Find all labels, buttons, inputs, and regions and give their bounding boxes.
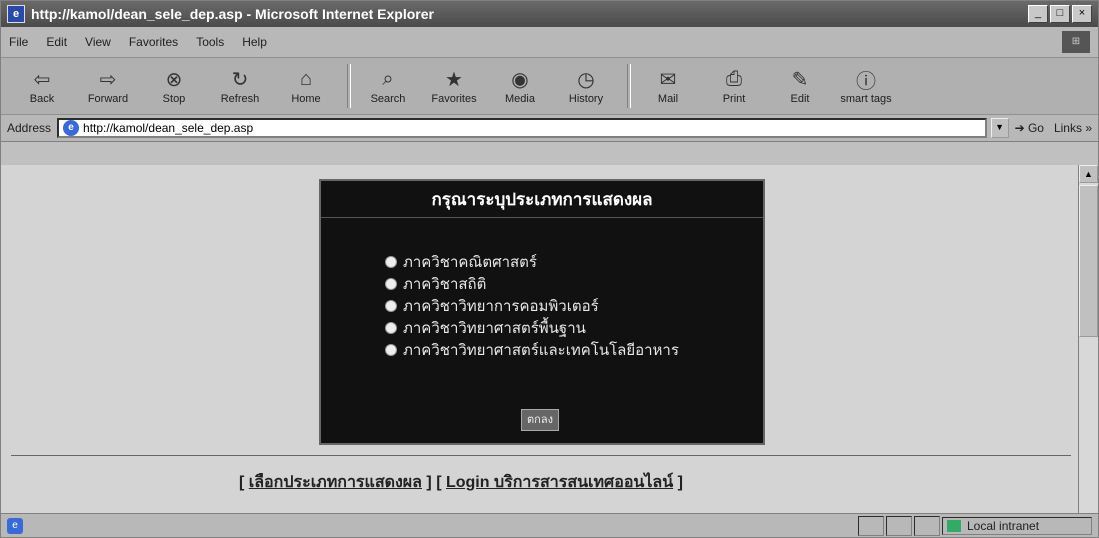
panel-title: กรุณาระบุประเภทการแสดงผล	[321, 181, 763, 218]
scroll-thumb[interactable]	[1079, 185, 1098, 337]
ie-icon: e	[7, 5, 25, 23]
address-dropdown-button[interactable]: ▼	[990, 118, 1009, 138]
department-option[interactable]: ภาควิชาวิทยาศาสตร์และเทคโนโลยีอาหาร	[385, 339, 679, 361]
department-option[interactable]: ภาควิชาคณิตศาสตร์	[385, 251, 679, 273]
divider	[11, 455, 1071, 456]
refresh-icon: ↻	[231, 68, 249, 91]
footer-links: [ เลือกประเภทการแสดงผล ] [ Login บริการส…	[239, 474, 683, 491]
refresh-button[interactable]: ↻ Refresh	[209, 67, 271, 106]
home-button[interactable]: ⌂ Home	[275, 67, 337, 106]
menu-help[interactable]: Help	[242, 35, 267, 49]
toolbar: ⇦ Back ⇨ Forward ⊗ Stop ↻ Refresh ⌂ Home ⌕ Sea…	[1, 58, 1098, 115]
title-bar: e http://kamol/dean_sele_dep.asp - Micro…	[1, 1, 1098, 27]
media-button[interactable]: ◉ Media	[489, 67, 551, 106]
mail-icon: ✉	[659, 68, 677, 91]
mail-button[interactable]: ✉ Mail	[637, 67, 699, 106]
toolbar-separator	[627, 64, 631, 108]
edit-icon: ✎	[791, 68, 809, 91]
radio-button[interactable]	[385, 278, 397, 290]
department-select-panel: กรุณาระบุประเภทการแสดงผล ภาควิชาคณิตศาสต…	[319, 179, 765, 445]
vertical-scrollbar[interactable]: ▲	[1078, 165, 1098, 515]
page-content: กรุณาระบุประเภทการแสดงผล ภาควิชาคณิตศาสต…	[1, 165, 1081, 515]
radio-button[interactable]	[385, 300, 397, 312]
radio-button[interactable]	[385, 322, 397, 334]
department-option[interactable]: ภาควิชาสถิติ	[385, 273, 679, 295]
menu-favorites[interactable]: Favorites	[129, 35, 178, 49]
intranet-icon	[947, 519, 961, 532]
address-label: Address	[7, 121, 52, 135]
favorites-icon: ★	[445, 68, 463, 91]
status-bar: e Local intranet	[1, 513, 1098, 537]
window-title: http://kamol/dean_sele_dep.asp - Microso…	[31, 6, 434, 22]
search-button[interactable]: ⌕ Search	[357, 67, 419, 106]
history-button[interactable]: ◷ History	[555, 67, 617, 106]
close-button[interactable]: ×	[1072, 5, 1092, 23]
address-input[interactable]: e http://kamol/dean_sele_dep.asp	[57, 118, 987, 138]
print-button[interactable]: ⎙ Print	[703, 67, 765, 106]
print-icon: ⎙	[726, 67, 742, 90]
maximize-button[interactable]: □	[1050, 5, 1070, 23]
address-bar: Address e http://kamol/dean_sele_dep.asp…	[1, 115, 1098, 142]
scroll-up-arrow-icon[interactable]: ▲	[1079, 165, 1098, 183]
page-icon: e	[63, 120, 80, 136]
media-icon: ◉	[511, 68, 529, 91]
home-icon: ⌂	[299, 67, 313, 90]
department-options: ภาควิชาคณิตศาสตร์ ภาควิชาสถิติ ภาควิชาวิ…	[385, 251, 679, 361]
forward-icon: ⇨	[99, 68, 117, 91]
search-icon: ⌕	[382, 67, 394, 90]
menu-edit[interactable]: Edit	[46, 35, 67, 49]
forward-button[interactable]: ⇨ Forward	[77, 67, 139, 106]
info-icon: ⓘ	[856, 70, 876, 93]
address-url: http://kamol/dean_sele_dep.asp	[83, 121, 254, 135]
radio-button[interactable]	[385, 344, 397, 356]
back-button[interactable]: ⇦ Back	[11, 67, 73, 106]
menu-view[interactable]: View	[85, 35, 111, 49]
status-pane	[886, 515, 912, 536]
submit-button[interactable]: ตกลง	[521, 409, 559, 431]
menu-file[interactable]: File	[9, 35, 28, 49]
go-button[interactable]: ➔ Go	[1015, 121, 1044, 135]
windows-logo-icon: ⊞	[1062, 31, 1090, 53]
browser-window: e http://kamol/dean_sele_dep.asp - Micro…	[0, 0, 1099, 538]
status-pane	[858, 515, 884, 536]
back-icon: ⇦	[33, 68, 51, 91]
login-link[interactable]: Login บริการสารสนเทศออนไลน์	[446, 474, 673, 491]
department-option[interactable]: ภาควิชาวิทยาศาสตร์พื้นฐาน	[385, 317, 679, 339]
stop-button[interactable]: ⊗ Stop	[143, 67, 205, 106]
department-option[interactable]: ภาควิชาวิทยาการคอมพิวเตอร์	[385, 295, 679, 317]
radio-button[interactable]	[385, 256, 397, 268]
smart-tags-button[interactable]: ⓘ smart tags	[835, 67, 897, 106]
favorites-button[interactable]: ★ Favorites	[423, 67, 485, 106]
done-page-icon: e	[7, 517, 23, 534]
menu-bar: File Edit View Favorites Tools Help ⊞	[1, 27, 1098, 58]
status-pane	[914, 515, 940, 536]
links-button[interactable]: Links »	[1054, 121, 1092, 135]
menu-tools[interactable]: Tools	[196, 35, 224, 49]
stop-icon: ⊗	[165, 68, 183, 91]
minimize-button[interactable]: _	[1028, 5, 1048, 23]
security-zone: Local intranet	[942, 516, 1092, 535]
select-display-type-link[interactable]: เลือกประเภทการแสดงผล	[249, 474, 422, 491]
edit-button[interactable]: ✎ Edit	[769, 67, 831, 106]
history-icon: ◷	[577, 68, 595, 91]
toolbar-separator	[347, 64, 351, 108]
